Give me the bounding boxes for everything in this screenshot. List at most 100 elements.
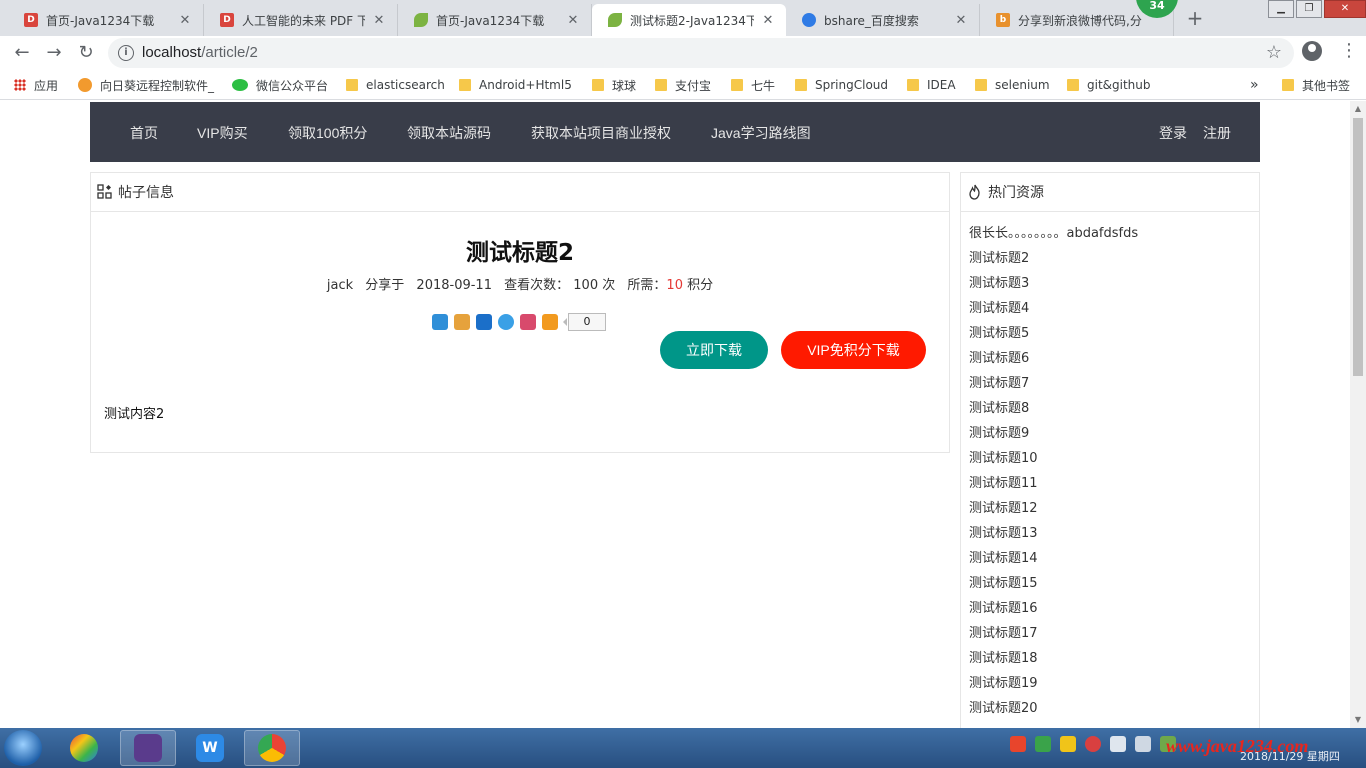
bookmark-label: selenium [995,78,1050,92]
taskbar-app-wps[interactable]: W [182,730,238,766]
weibo-icon[interactable] [454,314,470,330]
list-item[interactable]: 测试标题8 [969,399,1138,424]
list-item[interactable]: 测试标题10 [969,449,1138,474]
info-icon[interactable]: i [118,45,134,61]
renren-icon[interactable] [476,314,492,330]
list-item[interactable]: 测试标题16 [969,599,1138,624]
minimize-icon[interactable]: ▁ [1268,0,1294,18]
tencent-weibo-icon[interactable] [498,314,514,330]
nav-get-source[interactable]: 领取本站源码 [407,123,491,143]
list-item[interactable]: 测试标题13 [969,524,1138,549]
bookmark-selenium[interactable]: selenium [975,76,1050,94]
os-taskbar: W [0,728,1366,768]
list-item[interactable]: 测试标题17 [969,624,1138,649]
list-item[interactable]: 测试标题7 [969,374,1138,399]
close-window-icon[interactable]: ✕ [1324,0,1366,18]
list-item[interactable]: 测试标题14 [969,549,1138,574]
shield-icon[interactable] [1035,736,1051,752]
nav-commercial-license[interactable]: 获取本站项目商业授权 [531,123,671,143]
list-item[interactable]: 测试标题15 [969,574,1138,599]
bookmark-idea[interactable]: IDEA [907,76,956,94]
browser-tab-4-active[interactable]: 测试标题2-Java1234下载 ✕ [592,4,786,36]
bookmark-star-icon[interactable]: ☆ [1266,42,1282,63]
bookmark-qiniu[interactable]: 七牛 [731,76,775,94]
tab-title: 人工智能的未来 PDF 下载 [242,13,365,28]
nav-java-roadmap[interactable]: Java学习路线图 [711,123,811,143]
bookmark-sunflower[interactable]: 向日葵远程控制软件_ [78,76,214,94]
bookmark-qiuqiu[interactable]: 球球 [592,76,636,94]
browser-tab-2[interactable]: D 人工智能的未来 PDF 下载 ✕ [204,4,398,36]
bookmark-other[interactable]: 其他书签 [1282,76,1350,94]
list-item[interactable]: 测试标题5 [969,324,1138,349]
taskbar-app-chrome[interactable] [244,730,300,766]
url-text[interactable]: localhost/article/2 [142,44,258,61]
list-item[interactable]: 测试标题18 [969,649,1138,674]
bookmark-springcloud[interactable]: SpringCloud [795,76,888,94]
restore-icon[interactable]: ❐ [1296,0,1322,18]
list-item[interactable]: 很长长。。。。。。。。abdafdsfds [969,224,1138,249]
page-scrollbar[interactable]: ▲ ▼ [1350,101,1366,728]
folder-icon [655,79,667,91]
bookmark-label: git&github [1087,78,1151,92]
scroll-down-arrow-icon[interactable]: ▼ [1350,712,1366,728]
list-item[interactable]: 测试标题6 [969,349,1138,374]
nav-login[interactable]: 登录 [1159,123,1187,143]
nav-home[interactable]: 首页 [130,123,158,143]
network-icon[interactable] [1110,736,1126,752]
list-item[interactable]: 测试标题11 [969,474,1138,499]
url-path: /article/2 [201,44,258,61]
bookmark-apps[interactable]: 应用 [14,76,58,94]
browser-tab-1[interactable]: D 首页-Java1234下载 ✕ [8,4,204,36]
back-arrow-icon[interactable]: ← [10,41,34,65]
scrollbar-thumb[interactable] [1353,118,1363,376]
forward-arrow-icon[interactable]: → [42,41,66,65]
kaixin-icon[interactable] [520,314,536,330]
hot-resources-panel: 热门资源 很长长。。。。。。。。abdafdsfds 测试标题2 测试标题3 测… [960,172,1260,728]
taskbar-clock[interactable]: 2018/11/29 星期四 [1240,748,1340,764]
list-item[interactable]: 测试标题12 [969,499,1138,524]
nav-vip-buy[interactable]: VIP购买 [197,123,248,143]
account-avatar-icon[interactable] [1302,41,1322,61]
list-item[interactable]: 测试标题20 [969,699,1138,724]
nav-get-points[interactable]: 领取100积分 [288,123,367,143]
plus-tray-icon[interactable] [1060,736,1076,752]
nav-register[interactable]: 注册 [1203,123,1231,143]
close-icon[interactable]: ✕ [953,13,969,28]
bookmark-android-html5[interactable]: Android+Html5 [459,76,572,94]
bookmarks-overflow-chevron-icon[interactable]: » [1250,76,1259,94]
flame-icon [967,184,983,200]
vip-download-button[interactable]: VIP免积分下载 [781,331,926,369]
reload-icon[interactable]: ↻ [74,41,98,65]
close-icon[interactable]: ✕ [760,13,776,28]
start-orb-icon[interactable] [4,730,42,766]
list-item[interactable]: 测试标题3 [969,274,1138,299]
browser-tab-3[interactable]: 首页-Java1234下载 ✕ [398,4,592,36]
close-icon[interactable]: ✕ [177,13,193,28]
menu-kebab-icon[interactable]: ⋮ [1340,41,1358,61]
bookmark-elasticsearch[interactable]: elasticsearch [346,76,445,94]
close-icon[interactable]: ✕ [565,13,581,28]
new-tab-plus-icon[interactable]: + [1182,6,1208,32]
list-item[interactable]: 测试标题19 [969,674,1138,699]
sogou-icon[interactable] [1010,736,1026,752]
scroll-up-arrow-icon[interactable]: ▲ [1350,101,1366,117]
display-icon[interactable] [1135,736,1151,752]
taskbar-app-colorful[interactable] [56,730,112,766]
list-item[interactable]: 测试标题4 [969,299,1138,324]
list-item[interactable]: 测试标题2 [969,249,1138,274]
address-bar[interactable]: i localhost/article/2 ☆ [108,38,1294,68]
taskbar-app-javaee[interactable] [120,730,176,766]
list-item[interactable]: 测试标题9 [969,424,1138,449]
bookmark-alipay[interactable]: 支付宝 [655,76,711,94]
qzone-star-icon[interactable] [432,314,448,330]
close-icon[interactable]: ✕ [371,13,387,28]
bookmark-wechat[interactable]: 微信公众平台 [232,76,328,94]
views-label: 查看次数： [504,278,570,293]
download-button[interactable]: 立即下载 [660,331,768,369]
antivirus-icon[interactable] [1085,736,1101,752]
more-share-plus-icon[interactable] [542,314,558,330]
browser-tab-5[interactable]: bshare_百度搜索 ✕ [786,4,980,36]
bookmark-git-github[interactable]: git&github [1067,76,1151,94]
tab-title: 测试标题2-Java1234下载 [630,13,754,28]
bookmark-label: 七牛 [751,78,776,93]
